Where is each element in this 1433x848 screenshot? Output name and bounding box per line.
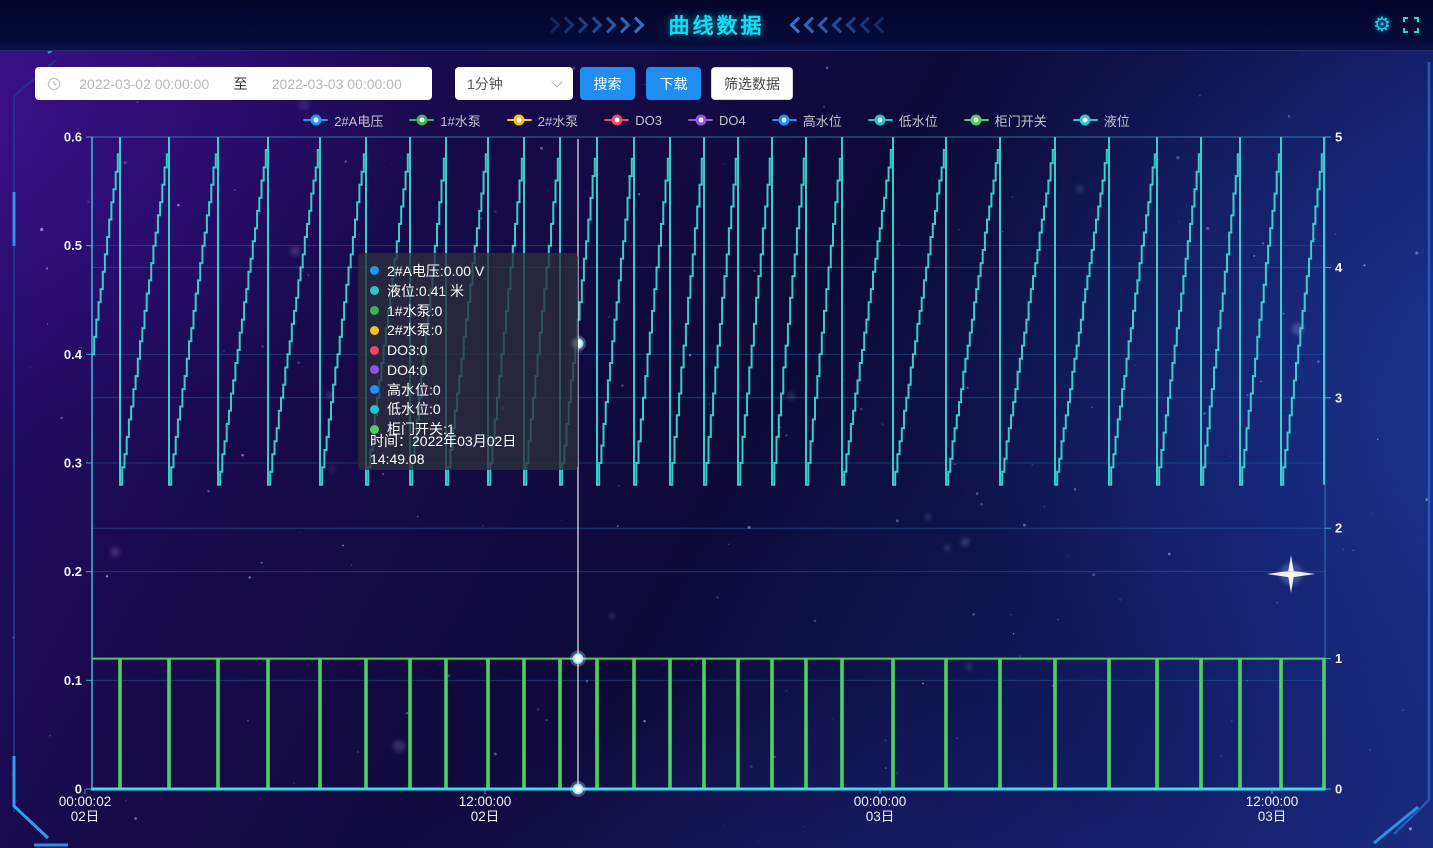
legend-marker-icon xyxy=(868,119,893,121)
series-dot-icon xyxy=(370,346,379,355)
series-柜门开关 xyxy=(92,659,1325,789)
chevron-right-icon xyxy=(627,17,644,34)
legend-label: 高水位 xyxy=(803,111,842,130)
legend-marker-icon xyxy=(964,119,989,121)
chevron-left-icon xyxy=(873,17,890,34)
legend-item-低水位[interactable]: 低水位 xyxy=(868,111,938,130)
toolbar: 2022-03-02 00:00:00 至 2022-03-03 00:00:0… xyxy=(0,67,1433,101)
date-separator: 至 xyxy=(228,74,254,94)
legend-item-DO3[interactable]: DO3 xyxy=(604,113,662,128)
legend-item-1#水泵[interactable]: 1#水泵 xyxy=(409,111,480,130)
series-dot-icon xyxy=(370,326,379,335)
series-dot-icon xyxy=(370,286,379,295)
tooltip-time: 时间：2022年03月02日 14:49.08 xyxy=(370,439,566,459)
chart-tooltip: 2#A电压:0.00 V液位:0.41 米1#水泵:02#水泵:0DO3:0DO… xyxy=(358,253,578,470)
x-axis-time-label: 12:00:00 xyxy=(1246,794,1299,809)
crosshair-dot xyxy=(574,654,583,663)
interval-select[interactable]: 1分钟 xyxy=(455,67,573,100)
legend-label: 柜门开关 xyxy=(995,111,1047,130)
tooltip-row: DO4:0 xyxy=(370,360,566,380)
legend-label: 低水位 xyxy=(899,111,938,130)
date-range-picker[interactable]: 2022-03-02 00:00:00 至 2022-03-03 00:00:0… xyxy=(35,67,432,100)
legend-item-2#水泵[interactable]: 2#水泵 xyxy=(507,111,578,130)
series-dot-icon xyxy=(370,266,379,275)
legend-label: 1#水泵 xyxy=(440,111,480,130)
tooltip-row: DO3:0 xyxy=(370,340,566,360)
x-axis-time-label: 00:00:00 xyxy=(854,794,907,809)
download-button[interactable]: 下载 xyxy=(646,67,701,100)
y-axis-left-label: 0.4 xyxy=(64,347,83,362)
legend-marker-icon xyxy=(604,119,629,121)
series-液位 xyxy=(92,137,1324,485)
interval-select-value: 1分钟 xyxy=(467,74,553,94)
tooltip-row: 2#水泵:0 xyxy=(370,320,566,340)
series-dot-icon xyxy=(370,365,379,374)
chevrons-right-icon xyxy=(545,19,643,31)
legend-marker-icon xyxy=(1073,119,1098,121)
legend-marker-icon xyxy=(303,119,328,121)
legend-item-液位[interactable]: 液位 xyxy=(1073,111,1130,130)
tooltip-row: 2#A电压:0.00 V xyxy=(370,261,566,281)
crosshair-dot xyxy=(574,785,583,794)
legend-item-柜门开关[interactable]: 柜门开关 xyxy=(964,111,1047,130)
y-axis-right-label: 4 xyxy=(1335,260,1343,275)
chevron-down-icon xyxy=(551,76,562,87)
y-axis-left-label: 0.2 xyxy=(64,564,82,579)
chevrons-left-icon xyxy=(791,19,889,31)
y-axis-left-label: 0.1 xyxy=(64,673,82,688)
y-axis-right-label: 5 xyxy=(1335,130,1342,145)
x-axis-time-label: 12:00:00 xyxy=(459,794,512,809)
tooltip-row: 1#水泵:0 xyxy=(370,301,566,321)
topbar-icons: ⚙ xyxy=(1373,0,1419,50)
legend-marker-icon xyxy=(409,119,434,121)
series-dot-icon xyxy=(370,405,379,414)
y-axis-left-label: 0.5 xyxy=(64,238,82,253)
series-dot-icon xyxy=(370,385,379,394)
filter-data-button[interactable]: 筛选数据 xyxy=(711,67,793,100)
clock-icon xyxy=(47,77,61,91)
legend-label: 2#A电压 xyxy=(334,111,383,130)
legend-label: DO4 xyxy=(719,113,746,128)
legend-item-高水位[interactable]: 高水位 xyxy=(772,111,842,130)
legend-label: 液位 xyxy=(1104,111,1130,130)
y-axis-left-label: 0.6 xyxy=(64,130,82,145)
x-axis-day-label: 03日 xyxy=(1258,809,1287,824)
tooltip-row: 低水位:0 xyxy=(370,400,566,420)
sparkle-star xyxy=(1267,555,1315,593)
y-axis-left-label: 0.3 xyxy=(64,456,82,471)
legend-marker-icon xyxy=(772,119,797,121)
page-title: 曲线数据 xyxy=(669,10,765,40)
gridlines xyxy=(92,137,1325,680)
legend-marker-icon xyxy=(688,119,713,121)
y-axis-right-label: 1 xyxy=(1335,651,1342,666)
legend-item-2#A电压[interactable]: 2#A电压 xyxy=(303,111,383,130)
fullscreen-icon[interactable] xyxy=(1403,17,1419,33)
x-axis-time-label: 00:00:02 xyxy=(59,794,112,809)
y-axis-right-label: 2 xyxy=(1335,521,1342,536)
title-bar: 曲线数据 ⚙ xyxy=(0,0,1433,51)
curve-data-dashboard: { "header": { "title": "曲线数据" }, "toolba… xyxy=(0,0,1433,848)
search-button[interactable]: 搜索 xyxy=(580,67,635,100)
date-end-input[interactable]: 2022-03-03 00:00:00 xyxy=(254,76,421,92)
legend-label: DO3 xyxy=(635,113,662,128)
date-start-input[interactable]: 2022-03-02 00:00:00 xyxy=(61,76,228,92)
axes: 00.10.20.30.40.50.601234500:00:0202日12:0… xyxy=(59,130,1343,825)
legend-item-DO4[interactable]: DO4 xyxy=(688,113,746,128)
y-axis-right-label: 0 xyxy=(1335,782,1342,797)
x-axis-day-label: 03日 xyxy=(866,809,895,824)
legend-label: 2#水泵 xyxy=(538,111,578,130)
chart-legend: 2#A电压 1#水泵 2#水泵 DO3 DO4 高水位 低水位 柜门开关 液位 xyxy=(0,109,1433,131)
x-axis-day-label: 02日 xyxy=(71,809,100,824)
legend-marker-icon xyxy=(507,119,532,121)
x-axis-day-label: 02日 xyxy=(471,809,500,824)
series-dot-icon xyxy=(370,306,379,315)
settings-gear-icon[interactable]: ⚙ xyxy=(1373,15,1391,35)
tooltip-row: 高水位:0 xyxy=(370,380,566,400)
y-axis-right-label: 3 xyxy=(1335,390,1342,405)
tooltip-row: 液位:0.41 米 xyxy=(370,281,566,301)
